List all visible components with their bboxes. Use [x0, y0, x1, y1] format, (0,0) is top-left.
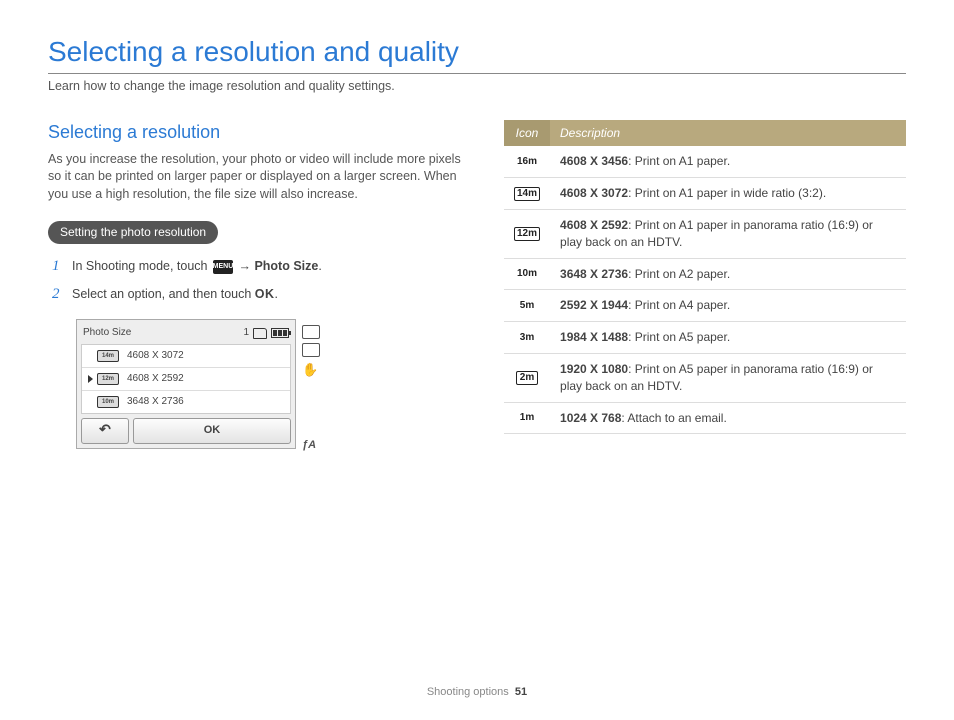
resolution-glyph-icon: 10m [97, 396, 119, 408]
th-desc: Description [550, 120, 906, 147]
lcd-option-label: 4608 X 2592 [127, 372, 184, 386]
photo-size-label: Photo Size [254, 259, 318, 273]
resolution-description: 1024 X 768: Attach to an email. [550, 402, 906, 434]
page-number: 51 [515, 686, 527, 698]
mode-icon [302, 343, 320, 357]
step-2: 2 Select an option, and then touch OK. [52, 286, 468, 304]
resolution-description: 1920 X 1080: Print on A5 paper in panora… [550, 354, 906, 403]
subsection-pill: Setting the photo resolution [48, 221, 218, 244]
th-icon: Icon [504, 120, 550, 147]
lcd-title: Photo Size [83, 326, 131, 340]
resolution-glyph-icon: 14m [97, 350, 119, 362]
resolution-description: 3648 X 2736: Print on A2 paper. [550, 258, 906, 290]
stabilization-icon: ✋ [302, 361, 320, 379]
table-row: 14m 4608 X 3072: Print on A1 paper in wid… [504, 178, 906, 210]
ok-button[interactable]: OK [133, 418, 291, 443]
flash-mode-icon: ƒA [302, 438, 320, 453]
step-text: Select an option, and then touch [72, 287, 255, 301]
arrow: → [238, 259, 254, 273]
lcd-option-label: 4608 X 3072 [127, 349, 184, 363]
lcd-option-row[interactable]: 10m 3648 X 2736 [82, 391, 290, 413]
page-title: Selecting a resolution and quality [48, 32, 906, 74]
resolution-description: 2592 X 1944: Print on A4 paper. [550, 290, 906, 322]
table-row: 1m 1024 X 768: Attach to an email. [504, 402, 906, 434]
resolution-description: 4608 X 3456: Print on A1 paper. [550, 146, 906, 177]
section-body: As you increase the resolution, your pho… [48, 151, 468, 204]
step-text: In Shooting mode, touch [72, 259, 211, 273]
menu-icon: MENU [213, 260, 233, 274]
resolution-table: Icon Description 16m 4608 X 3456: Print o… [504, 120, 906, 435]
resolution-glyph-icon: 2m [516, 371, 538, 385]
table-row: 3m 1984 X 1488: Print on A5 paper. [504, 322, 906, 354]
table-row: 5m 2592 X 1944: Print on A4 paper. [504, 290, 906, 322]
step-1: 1 In Shooting mode, touch MENU → Photo S… [52, 258, 468, 276]
resolution-glyph-icon: 1m [516, 411, 538, 425]
table-row: 10m 3648 X 2736: Print on A2 paper. [504, 258, 906, 290]
page-footer: Shooting options 51 [0, 685, 954, 700]
resolution-description: 4608 X 2592: Print on A1 paper in panora… [550, 210, 906, 259]
table-row: 2m 1920 X 1080: Print on A5 paper in pano… [504, 354, 906, 403]
battery-icon [271, 328, 289, 338]
table-row: 16m 4608 X 3456: Print on A1 paper. [504, 146, 906, 177]
resolution-description: 1984 X 1488: Print on A5 paper. [550, 322, 906, 354]
sd-card-icon [253, 328, 267, 339]
resolution-glyph-icon: 12m [514, 227, 540, 241]
step-number: 1 [52, 258, 64, 275]
caret-icon [88, 375, 93, 383]
page-subtitle: Learn how to change the image resolution… [48, 78, 906, 96]
ok-icon: OK [255, 287, 275, 301]
lcd-count: 1 [243, 326, 249, 340]
section-heading: Selecting a resolution [48, 120, 468, 145]
resolution-glyph-icon: 12m [97, 373, 119, 385]
table-row: 12m 4608 X 2592: Print on A1 paper in pan… [504, 210, 906, 259]
lcd-screenshot: Photo Size 1 14m 4608 X 3072 12m 4608 X 259… [76, 319, 468, 459]
resolution-glyph-icon: 14m [514, 187, 540, 201]
resolution-glyph-icon: 3m [516, 331, 538, 345]
mode-icon [302, 325, 320, 339]
lcd-option-row[interactable]: 12m 4608 X 2592 [82, 368, 290, 391]
lcd-option-label: 3648 X 2736 [127, 395, 184, 409]
resolution-description: 4608 X 3072: Print on A1 paper in wide r… [550, 178, 906, 210]
back-button[interactable]: ↶ [81, 418, 129, 443]
resolution-glyph-icon: 5m [516, 299, 538, 313]
lcd-option-row[interactable]: 14m 4608 X 3072 [82, 345, 290, 368]
resolution-glyph-icon: 10m [516, 267, 538, 281]
footer-section: Shooting options [427, 686, 509, 698]
resolution-glyph-icon: 16m [516, 155, 538, 169]
step-number: 2 [52, 286, 64, 303]
